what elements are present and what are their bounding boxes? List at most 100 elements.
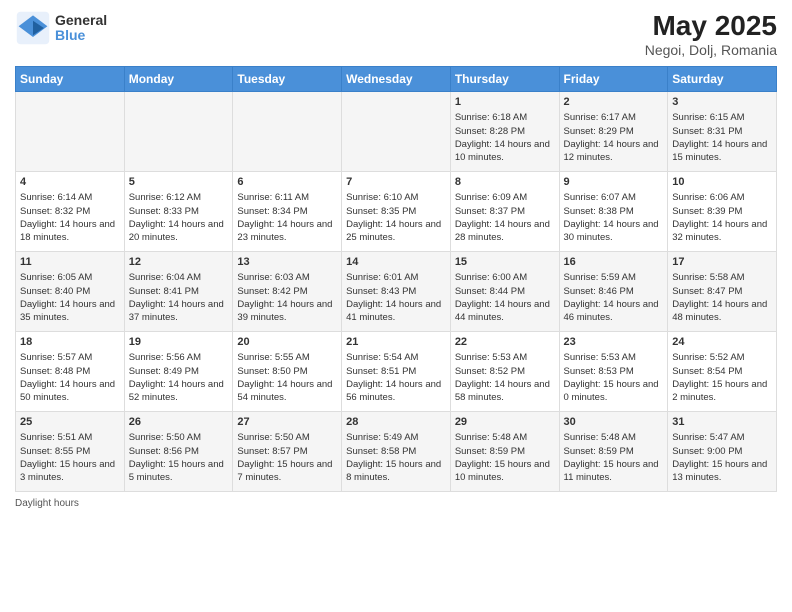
cell-content-line: Sunset: 9:00 PM xyxy=(672,445,772,458)
cell-content-line: Sunrise: 6:00 AM xyxy=(455,271,555,284)
logo: General Blue xyxy=(15,10,107,46)
calendar-cell-4: 4Sunrise: 6:14 AMSunset: 8:32 PMDaylight… xyxy=(16,172,125,252)
cell-content-line: Sunrise: 6:06 AM xyxy=(672,191,772,204)
day-number: 31 xyxy=(672,415,772,430)
cell-content-line: Sunset: 8:35 PM xyxy=(346,205,446,218)
day-header-thursday: Thursday xyxy=(450,67,559,92)
cell-content-line: Daylight: 15 hours and 3 minutes. xyxy=(20,458,120,485)
cell-content-line: Sunrise: 6:07 AM xyxy=(564,191,664,204)
cell-content-line: Daylight: 14 hours and 54 minutes. xyxy=(237,378,337,405)
cell-content-line: Sunset: 8:34 PM xyxy=(237,205,337,218)
cell-content-line: Sunrise: 5:48 AM xyxy=(455,431,555,444)
cell-content-line: Sunset: 8:47 PM xyxy=(672,285,772,298)
day-number: 12 xyxy=(129,255,229,270)
day-number: 30 xyxy=(564,415,664,430)
calendar-page: General Blue May 2025 Negoi, Dolj, Roman… xyxy=(0,0,792,612)
cell-content-line: Daylight: 15 hours and 0 minutes. xyxy=(564,378,664,405)
day-number: 14 xyxy=(346,255,446,270)
day-number: 21 xyxy=(346,335,446,350)
daylight-label: Daylight hours xyxy=(15,498,79,509)
day-number: 11 xyxy=(20,255,120,270)
day-number: 1 xyxy=(455,95,555,110)
week-row-5: 25Sunrise: 5:51 AMSunset: 8:55 PMDayligh… xyxy=(16,412,777,492)
cell-content-line: Sunrise: 5:47 AM xyxy=(672,431,772,444)
day-header-saturday: Saturday xyxy=(668,67,777,92)
cell-content-line: Daylight: 14 hours and 41 minutes. xyxy=(346,298,446,325)
cell-content-line: Sunset: 8:29 PM xyxy=(564,125,664,138)
week-row-1: 1Sunrise: 6:18 AMSunset: 8:28 PM Daylight… xyxy=(16,92,777,172)
day-header-monday: Monday xyxy=(124,67,233,92)
calendar-cell-13: 13Sunrise: 6:03 AMSunset: 8:42 PMDayligh… xyxy=(233,252,342,332)
cell-content-line: Sunrise: 5:50 AM xyxy=(129,431,229,444)
day-number: 3 xyxy=(672,95,772,110)
cell-content-line: Sunset: 8:28 PM xyxy=(455,125,555,138)
calendar-legend: Daylight hours xyxy=(15,498,777,509)
cell-content-line: Sunset: 8:59 PM xyxy=(455,445,555,458)
cell-content-line: Sunset: 8:54 PM xyxy=(672,365,772,378)
cell-content-line: Sunrise: 5:58 AM xyxy=(672,271,772,284)
calendar-cell-27: 27Sunrise: 5:50 AMSunset: 8:57 PMDayligh… xyxy=(233,412,342,492)
cell-content-line: Sunset: 8:46 PM xyxy=(564,285,664,298)
calendar-header: General Blue May 2025 Negoi, Dolj, Roman… xyxy=(15,10,777,58)
cell-content-line: Sunrise: 5:50 AM xyxy=(237,431,337,444)
cell-content-line: Daylight: 14 hours and 39 minutes. xyxy=(237,298,337,325)
cell-content-line: Daylight: 14 hours and 44 minutes. xyxy=(455,298,555,325)
cell-content-line: Sunrise: 6:11 AM xyxy=(237,191,337,204)
cell-content-line: Sunset: 8:31 PM xyxy=(672,125,772,138)
calendar-cell-7: 7Sunrise: 6:10 AMSunset: 8:35 PMDaylight… xyxy=(342,172,451,252)
logo-text: General Blue xyxy=(55,13,107,44)
calendar-cell-24: 24Sunrise: 5:52 AMSunset: 8:54 PMDayligh… xyxy=(668,332,777,412)
calendar-cell-empty-0-3 xyxy=(342,92,451,172)
title-section: May 2025 Negoi, Dolj, Romania xyxy=(645,10,777,58)
cell-content-line: Sunrise: 5:48 AM xyxy=(564,431,664,444)
cell-content-line: Sunrise: 5:51 AM xyxy=(20,431,120,444)
cell-content-line: Sunset: 8:32 PM xyxy=(20,205,120,218)
calendar-header-row: SundayMondayTuesdayWednesdayThursdayFrid… xyxy=(16,67,777,92)
calendar-cell-1: 1Sunrise: 6:18 AMSunset: 8:28 PMDaylight… xyxy=(450,92,559,172)
cell-content-line: Sunrise: 6:09 AM xyxy=(455,191,555,204)
day-number: 2 xyxy=(564,95,664,110)
week-row-2: 4Sunrise: 6:14 AMSunset: 8:32 PMDaylight… xyxy=(16,172,777,252)
calendar-cell-15: 15Sunrise: 6:00 AMSunset: 8:44 PMDayligh… xyxy=(450,252,559,332)
cell-content-line: Sunset: 8:55 PM xyxy=(20,445,120,458)
cell-content-line: Sunrise: 6:01 AM xyxy=(346,271,446,284)
cell-content-line: Sunrise: 5:54 AM xyxy=(346,351,446,364)
logo-line2: Blue xyxy=(55,28,107,43)
calendar-cell-10: 10Sunrise: 6:06 AMSunset: 8:39 PMDayligh… xyxy=(668,172,777,252)
cell-content-line: Sunset: 8:39 PM xyxy=(672,205,772,218)
calendar-cell-23: 23Sunrise: 5:53 AMSunset: 8:53 PMDayligh… xyxy=(559,332,668,412)
logo-line1: General xyxy=(55,13,107,28)
cell-content-line: Daylight: 14 hours and 46 minutes. xyxy=(564,298,664,325)
calendar-cell-empty-0-2 xyxy=(233,92,342,172)
cell-content-line: Daylight: 14 hours and 30 minutes. xyxy=(564,218,664,245)
day-number: 17 xyxy=(672,255,772,270)
calendar-cell-22: 22Sunrise: 5:53 AMSunset: 8:52 PMDayligh… xyxy=(450,332,559,412)
calendar-cell-17: 17Sunrise: 5:58 AMSunset: 8:47 PMDayligh… xyxy=(668,252,777,332)
cell-content-line: Sunset: 8:49 PM xyxy=(129,365,229,378)
cell-content-line: Daylight: 14 hours and 15 minutes. xyxy=(672,138,772,165)
day-header-sunday: Sunday xyxy=(16,67,125,92)
calendar-cell-19: 19Sunrise: 5:56 AMSunset: 8:49 PMDayligh… xyxy=(124,332,233,412)
day-number: 9 xyxy=(564,175,664,190)
cell-content-line: Sunrise: 6:04 AM xyxy=(129,271,229,284)
calendar-cell-18: 18Sunrise: 5:57 AMSunset: 8:48 PMDayligh… xyxy=(16,332,125,412)
day-number: 23 xyxy=(564,335,664,350)
calendar-cell-26: 26Sunrise: 5:50 AMSunset: 8:56 PMDayligh… xyxy=(124,412,233,492)
cell-content-line: Sunrise: 5:55 AM xyxy=(237,351,337,364)
cell-content-line: Sunset: 8:33 PM xyxy=(129,205,229,218)
cell-content-line: Sunset: 8:48 PM xyxy=(20,365,120,378)
day-number: 5 xyxy=(129,175,229,190)
cell-content-line: Daylight: 14 hours and 52 minutes. xyxy=(129,378,229,405)
cell-content-line: Daylight: 14 hours and 58 minutes. xyxy=(455,378,555,405)
legend-daylight: Daylight hours xyxy=(15,498,79,509)
cell-content-line: Sunrise: 6:18 AM xyxy=(455,111,555,124)
calendar-cell-2: 2Sunrise: 6:17 AMSunset: 8:29 PMDaylight… xyxy=(559,92,668,172)
calendar-cell-5: 5Sunrise: 6:12 AMSunset: 8:33 PMDaylight… xyxy=(124,172,233,252)
day-number: 6 xyxy=(237,175,337,190)
day-number: 15 xyxy=(455,255,555,270)
calendar-cell-20: 20Sunrise: 5:55 AMSunset: 8:50 PMDayligh… xyxy=(233,332,342,412)
calendar-cell-9: 9Sunrise: 6:07 AMSunset: 8:38 PMDaylight… xyxy=(559,172,668,252)
cell-content-line: Daylight: 14 hours and 48 minutes. xyxy=(672,298,772,325)
cell-content-line: Daylight: 14 hours and 20 minutes. xyxy=(129,218,229,245)
cell-content-line: Sunset: 8:42 PM xyxy=(237,285,337,298)
